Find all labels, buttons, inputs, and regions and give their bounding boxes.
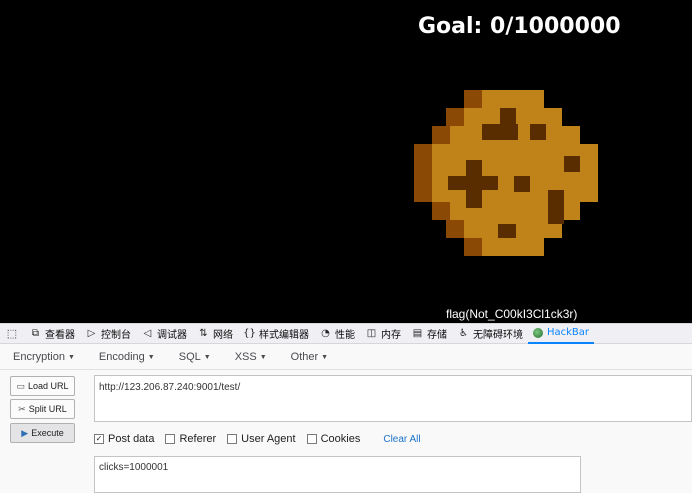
tab-performance[interactable]: ◔ 性能 bbox=[314, 324, 360, 344]
checkbox[interactable] bbox=[165, 434, 176, 444]
devtools-tab-strip: ⬚ ⧉ 查看器 ▷ 控制台 ◁ 调试器 ⇅ 网络 {} 样式编辑器 ◔ 性能 ◫ 内存 ▤ 存储 ♿ 无障碍环境 H… bbox=[0, 323, 692, 344]
network-icon: ⇅ bbox=[199, 328, 208, 339]
tab-label: 内存 bbox=[381, 330, 401, 341]
tab-inspector[interactable]: ⧉ 查看器 bbox=[24, 324, 80, 344]
menu-label: XSS bbox=[234, 350, 257, 363]
storage-icon: ▤ bbox=[412, 328, 423, 339]
execute-label: Execute bbox=[31, 428, 64, 438]
menu-encoding[interactable]: Encoding ▼ bbox=[93, 351, 161, 363]
tab-label: HackBar bbox=[547, 327, 590, 338]
tab-network[interactable]: ⇅ 网络 bbox=[192, 324, 238, 344]
style-editor-icon: {} bbox=[243, 328, 256, 339]
hackbar-toolbar: Encryption ▼ Encoding ▼ SQL ▼ XSS ▼ Other ▼ bbox=[0, 344, 692, 370]
chevron-down-icon: ▼ bbox=[67, 353, 75, 361]
cookie-button[interactable] bbox=[414, 90, 598, 256]
menu-label: Encryption bbox=[13, 350, 65, 363]
clear-all-link[interactable]: Clear All bbox=[383, 434, 420, 445]
menu-label: Other bbox=[290, 350, 319, 363]
play-icon: ▶ bbox=[21, 427, 29, 438]
performance-icon: ◔ bbox=[321, 328, 330, 339]
tab-label: 样式编辑器 bbox=[259, 330, 309, 341]
post-data-input[interactable]: clicks=1000001 bbox=[94, 456, 581, 493]
option-cookies[interactable]: Cookies bbox=[306, 433, 361, 445]
accessibility-icon: ♿ bbox=[459, 328, 468, 339]
debugger-icon: ◁ bbox=[143, 328, 152, 339]
request-options: ✓ Post data Referer User Agent Cookies Clear… bbox=[94, 432, 421, 446]
load-url-icon: ▭ bbox=[16, 380, 25, 391]
menu-encryption[interactable]: Encryption ▼ bbox=[7, 351, 81, 363]
checkbox[interactable] bbox=[227, 434, 238, 444]
menu-label: Encoding bbox=[98, 350, 145, 363]
tab-accessibility[interactable]: ♿ 无障碍环境 bbox=[452, 324, 528, 344]
page: Goal: 0/1000000 flag(Not_C00kI3Cl1ck3r) … bbox=[0, 0, 692, 493]
chevron-down-icon: ▼ bbox=[321, 353, 329, 361]
tab-label: 查看器 bbox=[45, 330, 75, 341]
menu-xss[interactable]: XSS ▼ bbox=[229, 351, 273, 363]
game-viewport: Goal: 0/1000000 flag(Not_C00kI3Cl1ck3r) bbox=[0, 0, 692, 323]
tab-storage[interactable]: ▤ 存储 bbox=[406, 324, 452, 344]
memory-icon: ◫ bbox=[366, 328, 377, 339]
tab-label: 存储 bbox=[427, 330, 447, 341]
execute-button[interactable]: ▶ Execute bbox=[10, 423, 75, 443]
checkbox[interactable] bbox=[306, 434, 317, 444]
checkbox[interactable]: ✓ bbox=[94, 434, 104, 444]
option-referer[interactable]: Referer bbox=[165, 433, 216, 445]
tab-label: 调试器 bbox=[157, 330, 187, 341]
chevron-down-icon: ▼ bbox=[203, 353, 211, 361]
option-post-data[interactable]: ✓ Post data bbox=[94, 433, 154, 445]
split-url-button[interactable]: ✂ Split URL bbox=[10, 399, 75, 419]
flag-text: flag(Not_C00kI3Cl1ck3r) bbox=[446, 307, 578, 321]
chevron-down-icon: ▼ bbox=[147, 353, 155, 361]
load-url-label: Load URL bbox=[27, 381, 69, 391]
load-url-button[interactable]: ▭ Load URL bbox=[10, 376, 75, 396]
tab-label: 网络 bbox=[213, 330, 233, 341]
inspector-icon: ⧉ bbox=[31, 328, 40, 339]
tab-memory[interactable]: ◫ 内存 bbox=[360, 324, 406, 344]
option-label: Cookies bbox=[320, 433, 361, 445]
menu-sql[interactable]: SQL ▼ bbox=[173, 351, 217, 363]
console-icon: ▷ bbox=[87, 328, 96, 339]
option-label: Referer bbox=[179, 433, 217, 445]
chevron-down-icon: ▼ bbox=[259, 353, 267, 361]
tab-label: 无障碍环境 bbox=[473, 330, 523, 341]
goal-counter: Goal: 0/1000000 bbox=[418, 14, 621, 39]
option-label: User Agent bbox=[241, 433, 296, 445]
tab-label: 控制台 bbox=[101, 330, 131, 341]
option-user-agent[interactable]: User Agent bbox=[227, 433, 296, 445]
split-url-icon: ✂ bbox=[18, 403, 26, 414]
menu-label: SQL bbox=[178, 350, 201, 363]
hackbar-icon bbox=[533, 327, 543, 338]
tab-console[interactable]: ▷ 控制台 bbox=[80, 324, 136, 344]
element-picker-icon[interactable]: ⬚ bbox=[0, 324, 24, 344]
url-input[interactable]: http://123.206.87.240:9001/test/ bbox=[94, 375, 692, 422]
tab-hackbar[interactable]: HackBar bbox=[528, 324, 595, 344]
tab-label: 性能 bbox=[335, 330, 355, 341]
menu-other[interactable]: Other ▼ bbox=[285, 351, 334, 363]
option-label: Post data bbox=[108, 433, 155, 445]
tab-debugger[interactable]: ◁ 调试器 bbox=[136, 324, 192, 344]
split-url-label: Split URL bbox=[28, 404, 67, 414]
tab-style-editor[interactable]: {} 样式编辑器 bbox=[238, 324, 314, 344]
